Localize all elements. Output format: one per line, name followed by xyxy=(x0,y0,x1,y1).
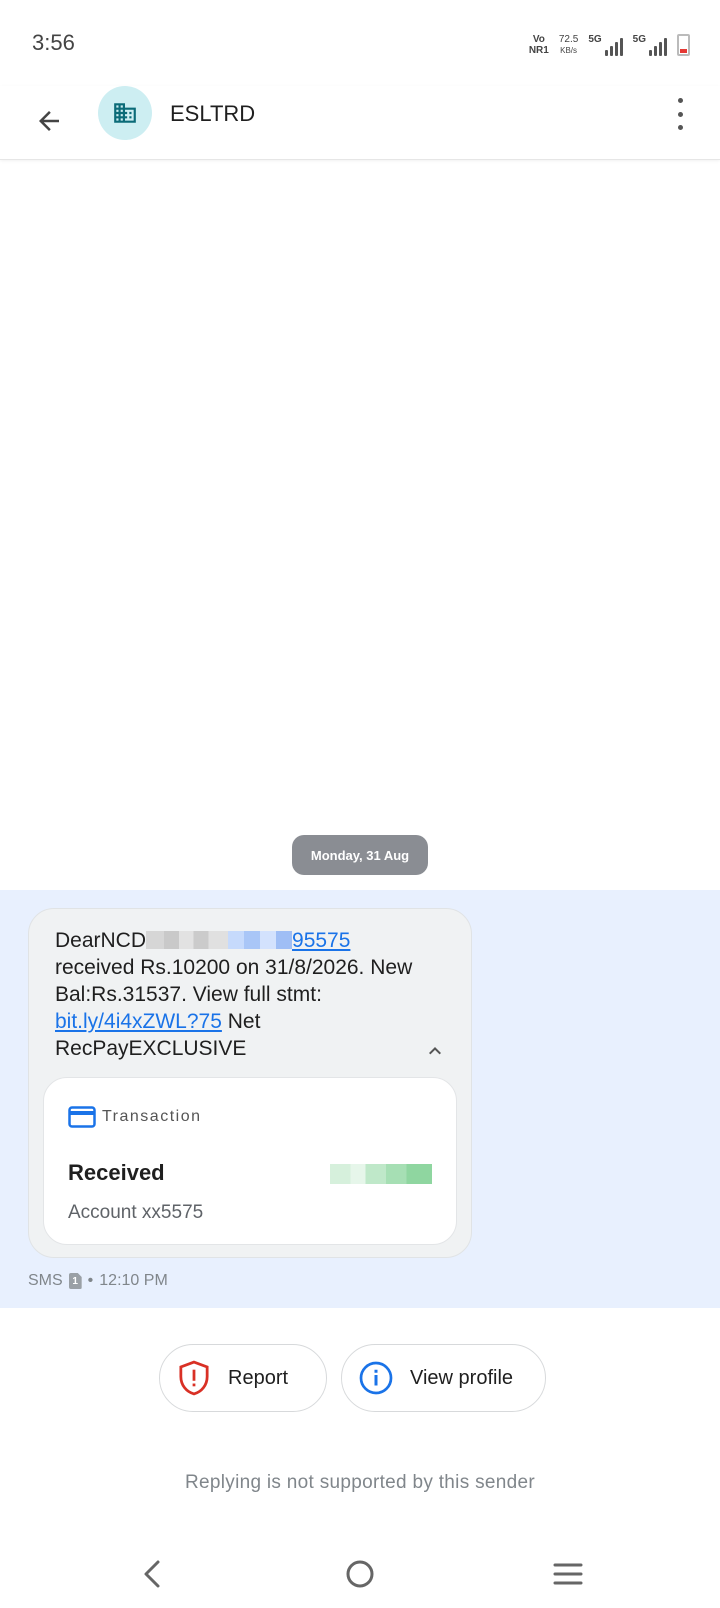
report-button[interactable]: Report xyxy=(159,1344,327,1412)
sim1-signal-icon: 5G xyxy=(588,34,623,56)
transaction-card[interactable]: Transaction Received Account xx5575 xyxy=(43,1077,457,1245)
navigation-bar xyxy=(0,1540,720,1608)
report-shield-icon xyxy=(176,1360,212,1396)
arrow-left-icon xyxy=(39,111,59,131)
date-chip: Monday, 31 Aug xyxy=(292,835,428,875)
back-button[interactable] xyxy=(28,100,70,142)
view-profile-button[interactable]: View profile xyxy=(341,1344,546,1412)
message-meta: SMS 1 • 12:10 PM xyxy=(28,1272,168,1289)
transaction-status: Received xyxy=(68,1160,165,1185)
nav-home-button[interactable] xyxy=(336,1550,384,1598)
business-building-icon xyxy=(114,103,136,123)
more-options-button[interactable] xyxy=(670,94,690,134)
sender-avatar[interactable] xyxy=(98,86,152,140)
phone-link[interactable]: 95575 xyxy=(228,929,350,952)
nav-home-icon xyxy=(346,1560,374,1588)
statement-link[interactable]: bit.ly/4i4xZWL?75 xyxy=(55,1010,222,1033)
nav-recents-button[interactable] xyxy=(544,1550,592,1598)
volte-indicator: Vo NR1 xyxy=(528,34,549,56)
message-time: 12:10 PM xyxy=(99,1272,168,1289)
message-channel: SMS xyxy=(28,1272,63,1289)
status-icons: Vo NR1 72.5 KB/s 5G 5G xyxy=(529,30,690,56)
message-text: DearNCD 95575 received Rs.10200 on 31/8/2… xyxy=(55,929,413,1060)
transaction-header: Transaction xyxy=(68,1106,202,1128)
collapse-button[interactable] xyxy=(421,1037,449,1065)
credit-card-icon xyxy=(68,1106,96,1128)
battery-icon xyxy=(677,34,690,56)
nav-menu-icon xyxy=(553,1563,583,1585)
sim-card-icon: 1 xyxy=(68,1273,82,1289)
sim2-signal-icon: 5G xyxy=(633,34,667,56)
nav-back-icon xyxy=(144,1560,160,1588)
message-bubble[interactable]: DearNCD 95575 received Rs.10200 on 31/8/2… xyxy=(28,908,472,1258)
redacted-link xyxy=(228,931,293,949)
chevron-up-icon xyxy=(429,1047,441,1055)
redacted-text xyxy=(146,931,229,949)
info-icon xyxy=(358,1360,394,1396)
status-time: 3:56 xyxy=(32,30,75,55)
status-bar: 3:56 Vo NR1 72.5 KB/s 5G 5G xyxy=(0,0,720,86)
redacted-amount xyxy=(330,1164,432,1184)
nav-back-button[interactable] xyxy=(128,1550,176,1598)
network-speed: 72.5 KB/s xyxy=(558,34,579,55)
more-vertical-icon xyxy=(677,98,683,103)
reply-not-supported-note: Replying is not supported by this sender xyxy=(185,1472,535,1493)
transaction-account: Account xx5575 xyxy=(68,1202,204,1223)
app-bar: ESLTRD xyxy=(0,86,720,160)
sender-name: ESLTRD xyxy=(170,101,256,126)
